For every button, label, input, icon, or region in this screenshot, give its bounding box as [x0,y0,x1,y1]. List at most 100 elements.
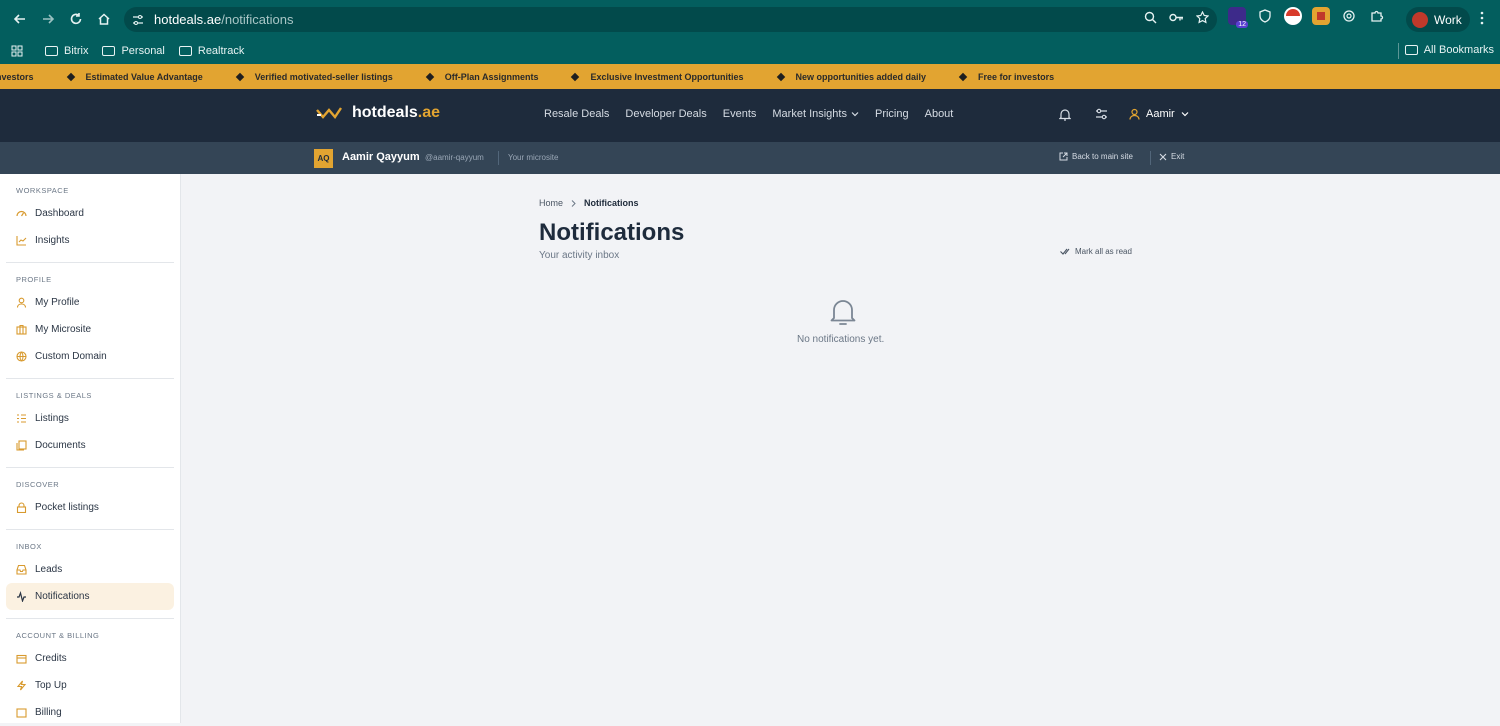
nav-market-insights[interactable]: Market Insights [772,108,859,120]
all-bookmarks-button[interactable]: All Bookmarks [1404,44,1494,56]
sidebar-item-notifications[interactable]: Notifications [6,583,174,610]
profile-avatar [1412,11,1428,28]
sidebar-section-billing: ACCOUNT & BILLING Credits Top Up Billing [0,619,180,726]
sidebar-section-inbox: INBOX Leads Notifications [0,530,180,610]
microsite-link[interactable]: Your microsite [508,153,558,162]
close-icon [1159,153,1167,160]
bell-icon[interactable] [1059,108,1071,121]
sidebar-item-label: Custom Domain [35,351,107,362]
diamond-icon [571,72,580,81]
back-icon[interactable] [6,5,34,33]
nav-events[interactable]: Events [723,108,757,120]
lightning-icon [16,680,27,691]
nav-pricing[interactable]: Pricing [875,108,909,120]
box-extension-icon[interactable] [1312,7,1330,25]
breadcrumb: Home Notifications [539,198,639,208]
folder-icon [45,46,58,56]
sidebar-item-my-microsite[interactable]: My Microsite [6,316,174,343]
exit-label: Exit [1171,152,1185,161]
sidebar-item-top-up[interactable]: Top Up [6,672,174,699]
sidebar-item-billing[interactable]: Billing [6,699,174,726]
ticker-item: Estimated Value Advantage [66,72,203,82]
user-full-name: Aamir Qayyum [342,151,420,163]
sidebar-section-profile: PROFILE My Profile My Microsite Custom D… [0,263,180,370]
sidebar-item-pocket-listings[interactable]: Pocket listings [6,494,174,521]
user-menu[interactable]: Aamir [1129,108,1189,120]
sidebar-item-label: My Microsite [35,324,92,335]
bookmark-folder[interactable]: Bitrix [45,45,88,57]
sidebar-item-label: Credits [35,653,67,664]
section-title: ACCOUNT & BILLING [16,631,100,640]
home-icon[interactable] [90,5,118,33]
sidebar-item-leads[interactable]: Leads [6,556,174,583]
ticker-item: Exclusive Investment Opportunities [571,71,744,82]
user-icon [1129,108,1140,120]
sidebar-section-listings: LISTINGS & DEALS Listings Documents [0,379,180,459]
sidebar-item-listings[interactable]: Listings [6,405,174,432]
main-nav: Resale Deals Developer Deals Events Mark… [544,108,953,120]
extension-badge-icon[interactable]: 12 [1228,7,1248,28]
site-logo[interactable]: hotdeals.ae [316,104,440,122]
nav-about[interactable]: About [925,108,954,120]
activity-icon [16,591,27,602]
password-key-icon[interactable] [1169,11,1184,24]
breadcrumb-current: Notifications [584,198,639,208]
logo-mark-icon [316,107,342,119]
sidebar-item-custom-domain[interactable]: Custom Domain [6,343,174,370]
wallet-icon [16,653,27,664]
sidebar-item-insights[interactable]: Insights [6,227,174,254]
profile-button[interactable]: Work [1406,7,1470,32]
nav-resale-deals[interactable]: Resale Deals [544,108,609,120]
page-title: Notifications [539,219,685,246]
ticker-item: New opportunities added daily [776,72,926,82]
announcement-ticker: nvestors Estimated Value Advantage Verif… [0,64,1500,89]
double-check-icon [1060,248,1070,255]
sidebar-item-label: Pocket listings [35,502,99,513]
header-icons [1059,108,1108,121]
sidebar-item-label: Dashboard [35,208,84,219]
gauge-icon [16,208,27,219]
sidebar: WORKSPACE Dashboard Insights PROFILE My … [0,174,181,723]
sidebar-item-documents[interactable]: Documents [6,432,174,459]
sidebar-item-label: Documents [35,440,86,451]
reload-icon[interactable] [62,5,90,33]
avatar: AQ [314,149,333,168]
shield-extension-icon[interactable] [1256,7,1274,25]
breadcrumb-home[interactable]: Home [539,198,563,208]
sidebar-item-label: Top Up [35,680,67,691]
ticker-text: Exclusive Investment Opportunities [590,71,744,82]
bookmark-folder[interactable]: Personal [102,45,165,57]
puzzle-extensions-icon[interactable] [1368,7,1386,25]
section-title: INBOX [16,542,42,551]
zoom-icon[interactable] [1144,11,1157,24]
mark-all-read-button[interactable]: Mark all as read [1060,247,1132,256]
openai-extension-icon[interactable] [1340,7,1358,25]
ticker-text: Verified motivated-seller listings [254,71,393,82]
ticker-text: Off-Plan Assignments [444,71,539,82]
sidebar-item-dashboard[interactable]: Dashboard [6,200,174,227]
more-menu-icon[interactable] [1480,11,1484,25]
exit-link[interactable]: Exit [1159,152,1184,161]
page-subtitle: Your activity inbox [539,250,620,261]
back-to-main-site-link[interactable]: Back to main site [1059,152,1133,161]
sidebar-item-my-profile[interactable]: My Profile [6,289,174,316]
forward-icon[interactable] [34,5,62,33]
bookmark-folder[interactable]: Realtrack [178,45,244,57]
inbox-icon [16,564,27,575]
pokeball-extension-icon[interactable] [1284,7,1302,25]
star-icon[interactable] [1196,11,1209,24]
apps-grid-icon[interactable] [11,45,23,57]
address-bar[interactable]: hotdeals.ae/notifications [124,7,1217,32]
sliders-icon[interactable] [1095,108,1108,120]
profile-label: Work [1434,12,1462,27]
lock-icon [16,502,27,513]
folder-icon [1404,45,1418,55]
sidebar-item-credits[interactable]: Credits [6,645,174,672]
section-title: WORKSPACE [16,186,69,195]
bookmark-label: Bitrix [64,45,89,57]
sidebar-item-label: Insights [35,235,70,246]
section-title: LISTINGS & DEALS [16,391,92,400]
nav-developer-deals[interactable]: Developer Deals [625,108,706,120]
site-settings-icon[interactable] [132,14,144,26]
user-name: Aamir [1146,108,1175,120]
